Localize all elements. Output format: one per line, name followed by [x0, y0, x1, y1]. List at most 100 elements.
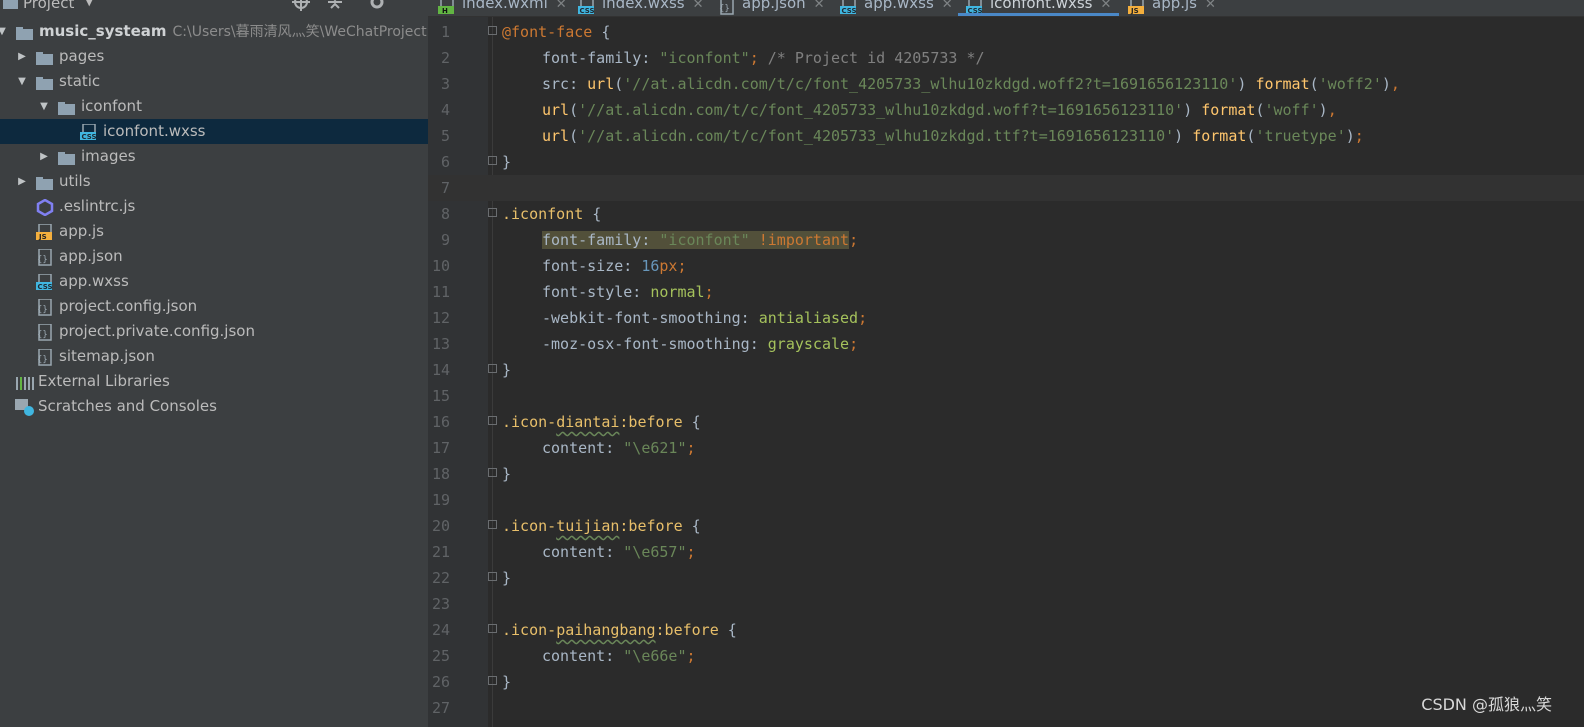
- line-number: 12: [431, 309, 450, 327]
- locate-file-icon[interactable]: [292, 0, 310, 15]
- code-line[interactable]: 25 content: "\e66e";: [428, 643, 1584, 669]
- code-line[interactable]: 20 .icon-tuijian:before {: [428, 513, 1584, 539]
- line-number: 9: [440, 231, 450, 249]
- code-line[interactable]: 16 .icon-diantai:before {: [428, 409, 1584, 435]
- code-text: @font-face {: [502, 19, 610, 45]
- tree-item[interactable]: ▼ iconfont: [0, 94, 428, 119]
- code-line[interactable]: 22}: [428, 565, 1584, 591]
- code-line[interactable]: 12 -webkit-font-smoothing: antialiased;: [428, 305, 1584, 331]
- code-line[interactable]: 11 font-style: normal;: [428, 279, 1584, 305]
- expand-down-icon[interactable]: ▼: [0, 19, 8, 44]
- tree-item[interactable]: Scratches and Consoles: [0, 394, 428, 419]
- code-line[interactable]: 7: [428, 175, 1584, 201]
- tree-item[interactable]: ▶ utils: [0, 169, 428, 194]
- code-token: '//at.alicdn.com/t/c/font_4205733_wlhu10…: [623, 75, 1238, 93]
- code-line[interactable]: 26}: [428, 669, 1584, 695]
- close-icon[interactable]: ✕: [942, 0, 953, 12]
- editor-tab[interactable]: Hindex.wxml ✕: [438, 0, 567, 16]
- code-line[interactable]: 15: [428, 383, 1584, 409]
- fold-marker-icon[interactable]: [488, 416, 497, 425]
- tree-item[interactable]: {} project.private.config.json: [0, 319, 428, 344]
- close-icon[interactable]: ✕: [1101, 0, 1112, 12]
- tree-item[interactable]: {} sitemap.json: [0, 344, 428, 369]
- tree-item[interactable]: ▼ static: [0, 69, 428, 94]
- code-text: font-family: "iconfont"; /* Project id 4…: [542, 45, 985, 71]
- code-text: }: [502, 565, 511, 591]
- tree-item[interactable]: ▶ pages: [0, 44, 428, 69]
- tree-item[interactable]: JS app.js: [0, 219, 428, 244]
- code-editor[interactable]: 1 @font-face {2 font-family: "iconfont"; /…: [428, 17, 1584, 727]
- code-line[interactable]: 3 src: url('//at.alicdn.com/t/c/font_4205…: [428, 71, 1584, 97]
- code-line[interactable]: 4 url('//at.alicdn.com/t/c/font_4205733_w…: [428, 97, 1584, 123]
- gear-icon[interactable]: [368, 0, 386, 15]
- code-line[interactable]: 13 -moz-osx-font-smoothing: grayscale;: [428, 331, 1584, 357]
- code-line[interactable]: 24 .icon-paihangbang:before {: [428, 617, 1584, 643]
- code-token: antialiased: [758, 309, 859, 327]
- code-token: ): [1318, 101, 1328, 119]
- code-line[interactable]: 5 url('//at.alicdn.com/t/c/font_4205733_w…: [428, 123, 1584, 149]
- editor-tab[interactable]: CSS index.wxss ✕: [578, 0, 704, 16]
- code-line[interactable]: 10 font-size: 16px;: [428, 253, 1584, 279]
- editor-tab[interactable]: JS app.js ✕: [1128, 0, 1216, 16]
- expand-down-icon[interactable]: ▼: [16, 69, 28, 94]
- tree-item[interactable]: {} app.json: [0, 244, 428, 269]
- fold-marker-icon[interactable]: [488, 26, 497, 35]
- line-number: 21: [431, 543, 450, 561]
- editor-tab[interactable]: CSS app.wxss ✕: [840, 0, 953, 16]
- code-token: ;: [749, 49, 759, 67]
- close-icon[interactable]: ✕: [693, 0, 704, 12]
- tree-item[interactable]: ▼ music_systeam C:\Users\暮雨清风灬笑\WeChatProj…: [0, 19, 428, 44]
- fold-marker-icon[interactable]: [488, 364, 497, 373]
- code-line[interactable]: 19: [428, 487, 1584, 513]
- code-text: .icon-tuijian:before {: [502, 513, 701, 539]
- close-icon[interactable]: ✕: [1205, 0, 1216, 12]
- code-line[interactable]: 23: [428, 591, 1584, 617]
- code-line[interactable]: 2 font-family: "iconfont"; /* Project id …: [428, 45, 1584, 71]
- code-line[interactable]: 21 content: "\e657";: [428, 539, 1584, 565]
- project-view-dropdown-icon[interactable]: ▼: [85, 0, 93, 8]
- fold-marker-icon[interactable]: [488, 676, 497, 685]
- tree-item[interactable]: {} project.config.json: [0, 294, 428, 319]
- hide-panel-icon[interactable]: [400, 0, 416, 15]
- code-line[interactable]: 1 @font-face {: [428, 19, 1584, 45]
- project-panel-title[interactable]: Project: [23, 0, 74, 12]
- fold-marker-icon[interactable]: [488, 208, 497, 217]
- close-icon[interactable]: ✕: [814, 0, 825, 12]
- code-token: content:: [542, 647, 624, 665]
- fold-marker-icon[interactable]: [488, 468, 497, 477]
- tree-item[interactable]: CSS app.wxss: [0, 269, 428, 294]
- js-file-icon: JS: [1128, 0, 1146, 16]
- tree-item[interactable]: .eslintrc.js: [0, 194, 428, 219]
- code-line[interactable]: 14}: [428, 357, 1584, 383]
- code-line[interactable]: 18}: [428, 461, 1584, 487]
- code-line[interactable]: 6}: [428, 149, 1584, 175]
- collapse-right-icon[interactable]: ▶: [16, 169, 28, 194]
- code-line[interactable]: 17 content: "\e621";: [428, 435, 1584, 461]
- expand-down-icon[interactable]: ▼: [38, 94, 50, 119]
- tree-item-label: music_systeam C:\Users\暮雨清风灬笑\WeChatProje…: [39, 22, 427, 40]
- code-text: content: "\e66e";: [542, 643, 696, 669]
- tree-item[interactable]: CSS iconfont.wxss: [0, 119, 428, 144]
- code-line[interactable]: 9 font-family: "iconfont" !important;: [428, 227, 1584, 253]
- fold-marker-icon[interactable]: [488, 156, 497, 165]
- collapse-right-icon[interactable]: ▶: [38, 144, 50, 169]
- code-text: url('//at.alicdn.com/t/c/font_4205733_wl…: [542, 123, 1364, 149]
- fold-marker-icon[interactable]: [488, 624, 497, 633]
- close-icon[interactable]: ✕: [556, 0, 567, 12]
- code-line[interactable]: 27: [428, 695, 1584, 721]
- code-line[interactable]: 8 .iconfont {: [428, 201, 1584, 227]
- line-number: 11: [431, 283, 450, 301]
- code-area[interactable]: 1 @font-face {2 font-family: "iconfont"; /…: [428, 19, 1584, 721]
- css-file-icon: CSS: [578, 0, 596, 16]
- collapse-right-icon[interactable]: ▶: [16, 44, 28, 69]
- project-folder-icon: [3, 0, 19, 14]
- fold-marker-icon[interactable]: [488, 572, 497, 581]
- editor-tab[interactable]: {} app.json ✕: [718, 0, 825, 16]
- code-token: ;: [858, 309, 868, 327]
- tree-item[interactable]: External Libraries: [0, 369, 428, 394]
- tree-item[interactable]: ▶ images: [0, 144, 428, 169]
- editor-tab[interactable]: CSS iconfont.wxss ✕: [958, 0, 1120, 16]
- fold-marker-icon[interactable]: [488, 520, 497, 529]
- code-token: content:: [542, 439, 624, 457]
- collapse-all-icon[interactable]: [326, 0, 344, 15]
